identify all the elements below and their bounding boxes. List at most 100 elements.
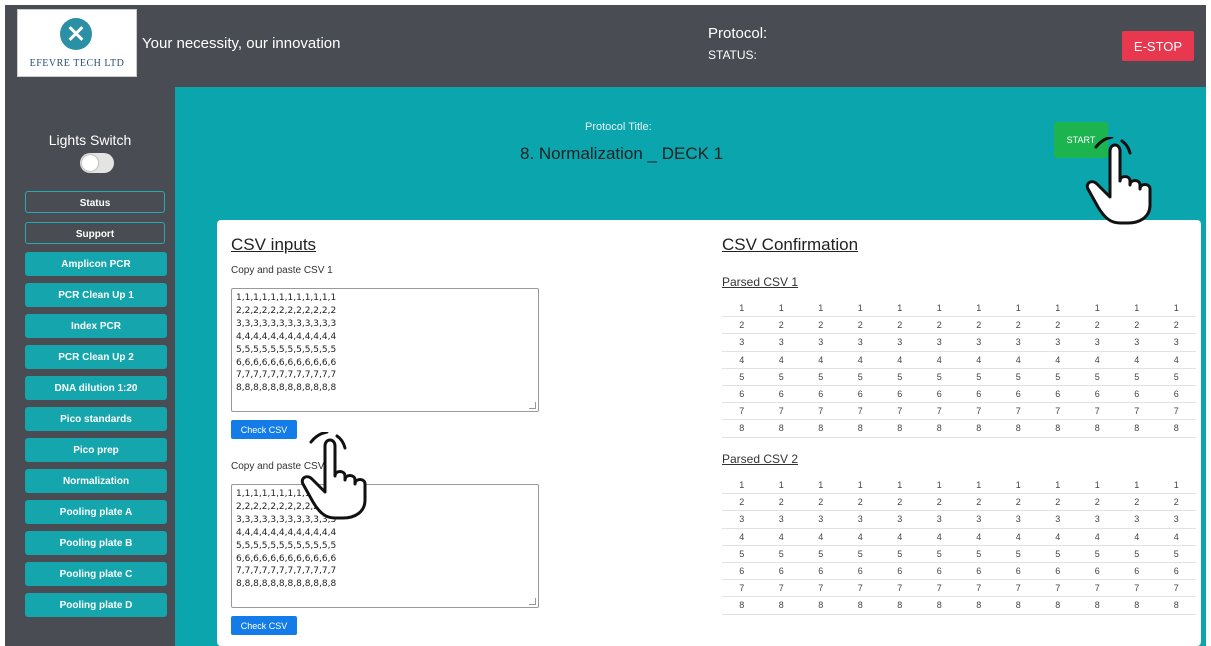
sidebar-item-amplicon-pcr[interactable]: Amplicon PCR: [25, 252, 167, 276]
table-cell: 1: [1038, 477, 1078, 495]
parsed-csv2-label: Parsed CSV 2: [722, 452, 799, 466]
sidebar-item-pcr-clean-up-1[interactable]: PCR Clean Up 1: [25, 283, 167, 307]
table-cell: 5: [761, 368, 801, 386]
csv-line: 4,4,4,4,4,4,4,4,4,4,4,4: [236, 331, 337, 342]
table-cell: 4: [761, 528, 801, 546]
table-cell: 7: [1156, 402, 1196, 421]
table-cell: 4: [722, 351, 762, 369]
table-cell: 2: [801, 316, 841, 335]
table-cell: 3: [761, 333, 801, 352]
table-cell: 4: [840, 528, 880, 546]
table-cell: 2: [1117, 493, 1157, 512]
table-cell: 3: [998, 333, 1038, 352]
table-cell: 2: [919, 493, 959, 512]
table-cell: 8: [761, 419, 801, 438]
sidebar-item-pico-prep[interactable]: Pico prep: [25, 438, 167, 462]
status-button[interactable]: Status: [25, 191, 165, 213]
table-cell: 7: [722, 579, 762, 598]
table-cell: 3: [722, 333, 762, 352]
check-csv2-button[interactable]: Check CSV 2: [231, 616, 297, 646]
support-button[interactable]: Support: [25, 222, 165, 244]
table-row: 666666666666: [722, 385, 1196, 404]
table-cell: 4: [998, 528, 1038, 546]
table-cell: 2: [880, 493, 920, 512]
csv-line: 8,8,8,8,8,8,8,8,8,8,8,8: [236, 579, 337, 590]
table-cell: 7: [1038, 579, 1078, 598]
table-cell: 5: [722, 545, 762, 563]
table-cell: 6: [1156, 385, 1196, 404]
table-cell: 5: [959, 368, 999, 386]
table-cell: 5: [1038, 368, 1078, 386]
table-row: 111111111111: [722, 300, 1196, 318]
table-cell: 8: [959, 419, 999, 438]
resize-handle[interactable]: [529, 402, 536, 409]
sidebar-item-pcr-clean-up-2[interactable]: PCR Clean Up 2: [25, 345, 167, 369]
table-cell: 5: [1077, 545, 1117, 563]
csv-line: 6,6,6,6,6,6,6,6,6,6,6,6: [236, 553, 337, 564]
sidebar-item-normalization[interactable]: Normalization: [25, 469, 167, 493]
sidebar-item-pico-standards[interactable]: Pico standards: [25, 407, 167, 431]
table-cell: 2: [801, 493, 841, 512]
table-cell: 8: [840, 419, 880, 438]
table-cell: 3: [761, 510, 801, 529]
csv-line: 1,1,1,1,1,1,1,1,1,1,1,1: [236, 293, 337, 303]
table-cell: 4: [801, 528, 841, 546]
table-cell: 1: [722, 300, 762, 318]
table-cell: 4: [840, 351, 880, 369]
e-stop-button[interactable]: E-STOP: [1122, 31, 1194, 61]
table-cell: 1: [880, 477, 920, 495]
top-header: EFEVRE TECH LTD Your necessity, our inno…: [5, 5, 1206, 87]
table-row: 888888888888: [722, 596, 1196, 615]
sidebar-item-dna-dilution[interactable]: DNA dilution 1:20: [25, 376, 167, 400]
table-cell: 8: [1038, 596, 1078, 615]
table-cell: 6: [840, 385, 880, 404]
table-cell: 3: [1077, 333, 1117, 352]
csv1-textarea[interactable]: 1,1,1,1,1,1,1,1,1,1,1,1 2,2,2,2,2,2,2,2,2…: [231, 288, 539, 412]
table-cell: 4: [880, 528, 920, 546]
table-cell: 6: [1077, 385, 1117, 404]
table-cell: 3: [1156, 510, 1196, 529]
table-row: 555555555555: [722, 545, 1196, 563]
table-cell: 5: [761, 545, 801, 563]
table-cell: 8: [880, 596, 920, 615]
sidebar-item-pooling-plate-c[interactable]: Pooling plate C: [25, 562, 167, 586]
table-cell: 6: [959, 385, 999, 404]
table-cell: 7: [1117, 402, 1157, 421]
table-cell: 7: [1117, 579, 1157, 598]
sidebar-item-pooling-plate-a[interactable]: Pooling plate A: [25, 500, 167, 524]
table-cell: 8: [722, 596, 762, 615]
sidebar-item-pooling-plate-b[interactable]: Pooling plate B: [25, 531, 167, 555]
table-cell: 7: [1077, 579, 1117, 598]
table-cell: 2: [1038, 493, 1078, 512]
table-cell: 8: [1077, 419, 1117, 438]
table-cell: 5: [1117, 368, 1157, 386]
csv2-textarea[interactable]: 1,1,1,1,1,1,1,1,1,1,1,1 2,2,2,2,2,2,2,2,2…: [231, 484, 539, 608]
table-cell: 4: [959, 528, 999, 546]
protocol-title-label: Protocol Title:: [585, 121, 652, 133]
table-cell: 5: [1117, 545, 1157, 563]
tagline: Your necessity, our innovation: [142, 35, 341, 52]
table-cell: 1: [880, 300, 920, 318]
sidebar-item-pooling-plate-d[interactable]: Pooling plate D: [25, 593, 167, 617]
table-cell: 6: [919, 562, 959, 581]
sidebar-item-index-pcr[interactable]: Index PCR: [25, 314, 167, 338]
table-cell: 1: [840, 300, 880, 318]
toggle-knob: [82, 155, 98, 171]
resize-handle[interactable]: [529, 598, 536, 605]
table-cell: 3: [840, 510, 880, 529]
table-cell: 1: [761, 300, 801, 318]
table-cell: 5: [1038, 545, 1078, 563]
csv-line: 3,3,3,3,3,3,3,3,3,3,3,3: [236, 318, 337, 329]
table-cell: 4: [1077, 351, 1117, 369]
table-cell: 8: [1038, 419, 1078, 438]
table-cell: 5: [840, 545, 880, 563]
table-cell: 8: [1156, 419, 1196, 438]
lights-toggle[interactable]: [80, 153, 114, 173]
table-cell: 4: [1117, 351, 1157, 369]
check-csv1-button[interactable]: Check CSV 1: [231, 420, 297, 454]
table-cell: 3: [840, 333, 880, 352]
csv-inputs-title: CSV inputs: [231, 235, 317, 254]
sidebar: Lights Switch Status Support Amplicon PC…: [5, 87, 175, 646]
table-cell: 3: [1038, 510, 1078, 529]
table-cell: 3: [1117, 510, 1157, 529]
